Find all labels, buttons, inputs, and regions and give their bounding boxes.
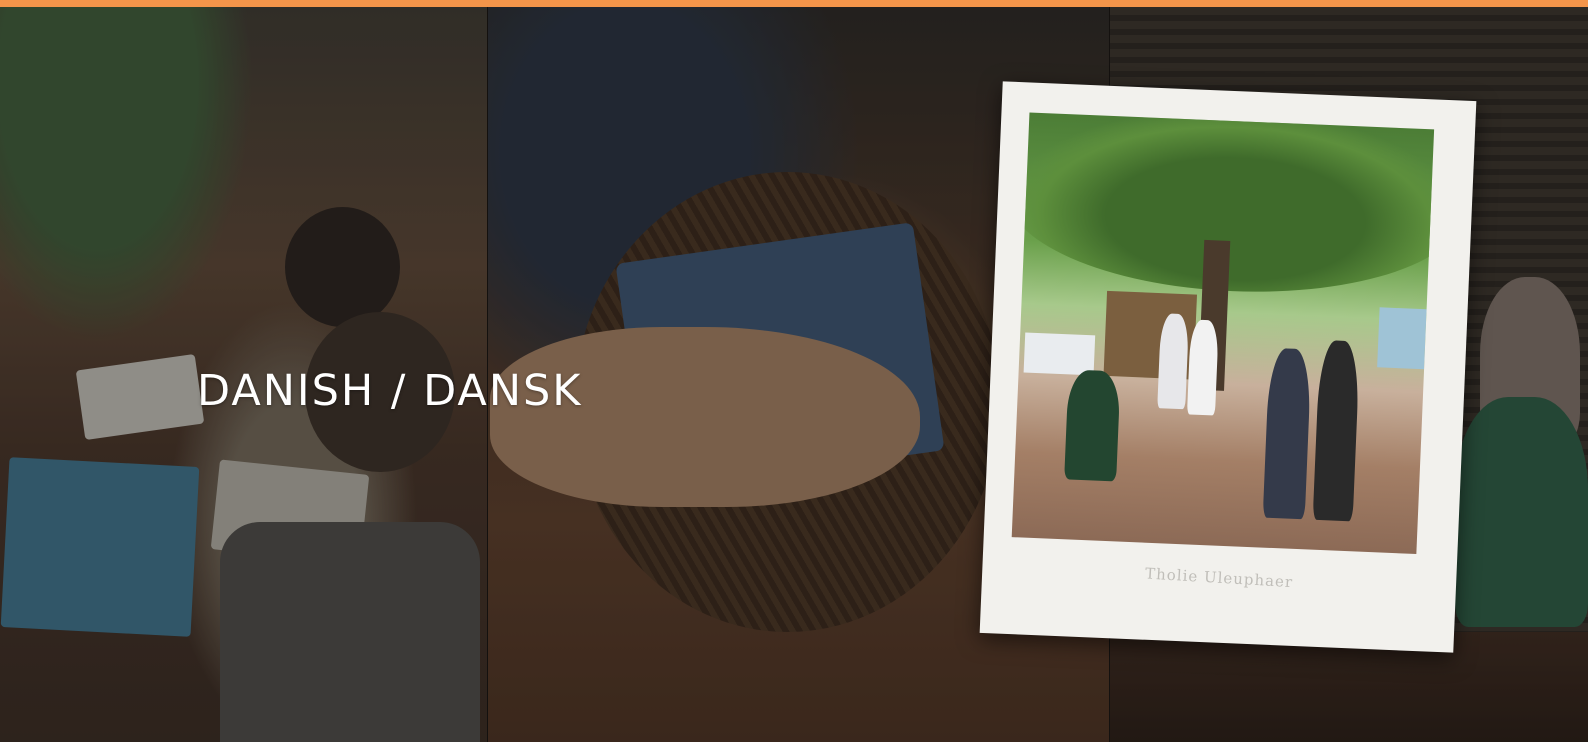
polaroid-image-outdoor-event	[1011, 112, 1435, 555]
hero-banner: Tholie Uleuphaer DANISH / DANSK	[0, 7, 1588, 742]
page-heading: DANISH / DANSK	[197, 366, 583, 416]
polaroid-photo-frame: Tholie Uleuphaer	[979, 81, 1477, 653]
top-accent-bar	[0, 0, 1588, 7]
polaroid-caption: Tholie Uleuphaer	[1144, 564, 1294, 592]
